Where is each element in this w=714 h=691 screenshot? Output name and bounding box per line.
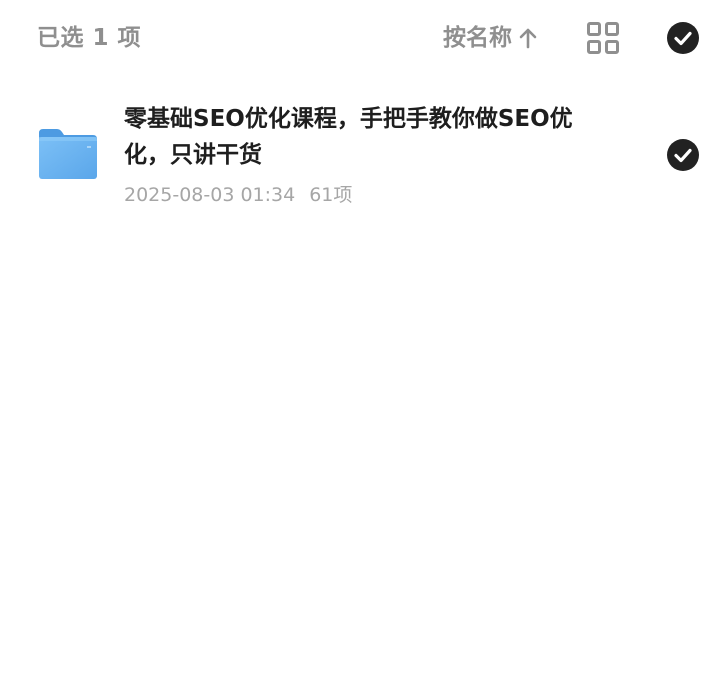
- file-list-item[interactable]: 零基础SEO优化课程，手把手教你做SEO优化，只讲干货 2025-08-03 0…: [0, 96, 714, 218]
- selection-header: 已选 1 项 按名称: [0, 0, 714, 76]
- selected-count-label: 已选 1 项: [37, 25, 142, 51]
- file-info: 零基础SEO优化课程，手把手教你做SEO优化，只讲干货 2025-08-03 0…: [124, 101, 624, 207]
- file-item-count: 61项: [309, 184, 353, 206]
- arrow-up-icon: [518, 27, 538, 49]
- file-selection-screen: 已选 1 项 按名称 零基础SEO优化课程，手把手教你做SEO优化，只讲干货 2…: [0, 0, 714, 691]
- folder-icon: [37, 127, 99, 181]
- file-name: 零基础SEO优化课程，手把手教你做SEO优化，只讲干货: [124, 106, 573, 168]
- sort-label: 按名称: [443, 25, 512, 51]
- file-meta: 2025-08-03 01:34 61项: [124, 183, 624, 207]
- item-selected-check-icon[interactable]: [666, 138, 700, 172]
- select-all-check-icon[interactable]: [666, 21, 700, 55]
- sort-by-name-button[interactable]: 按名称: [443, 22, 538, 54]
- file-date: 2025-08-03 01:34: [124, 184, 296, 206]
- grid-view-icon[interactable]: [586, 21, 620, 55]
